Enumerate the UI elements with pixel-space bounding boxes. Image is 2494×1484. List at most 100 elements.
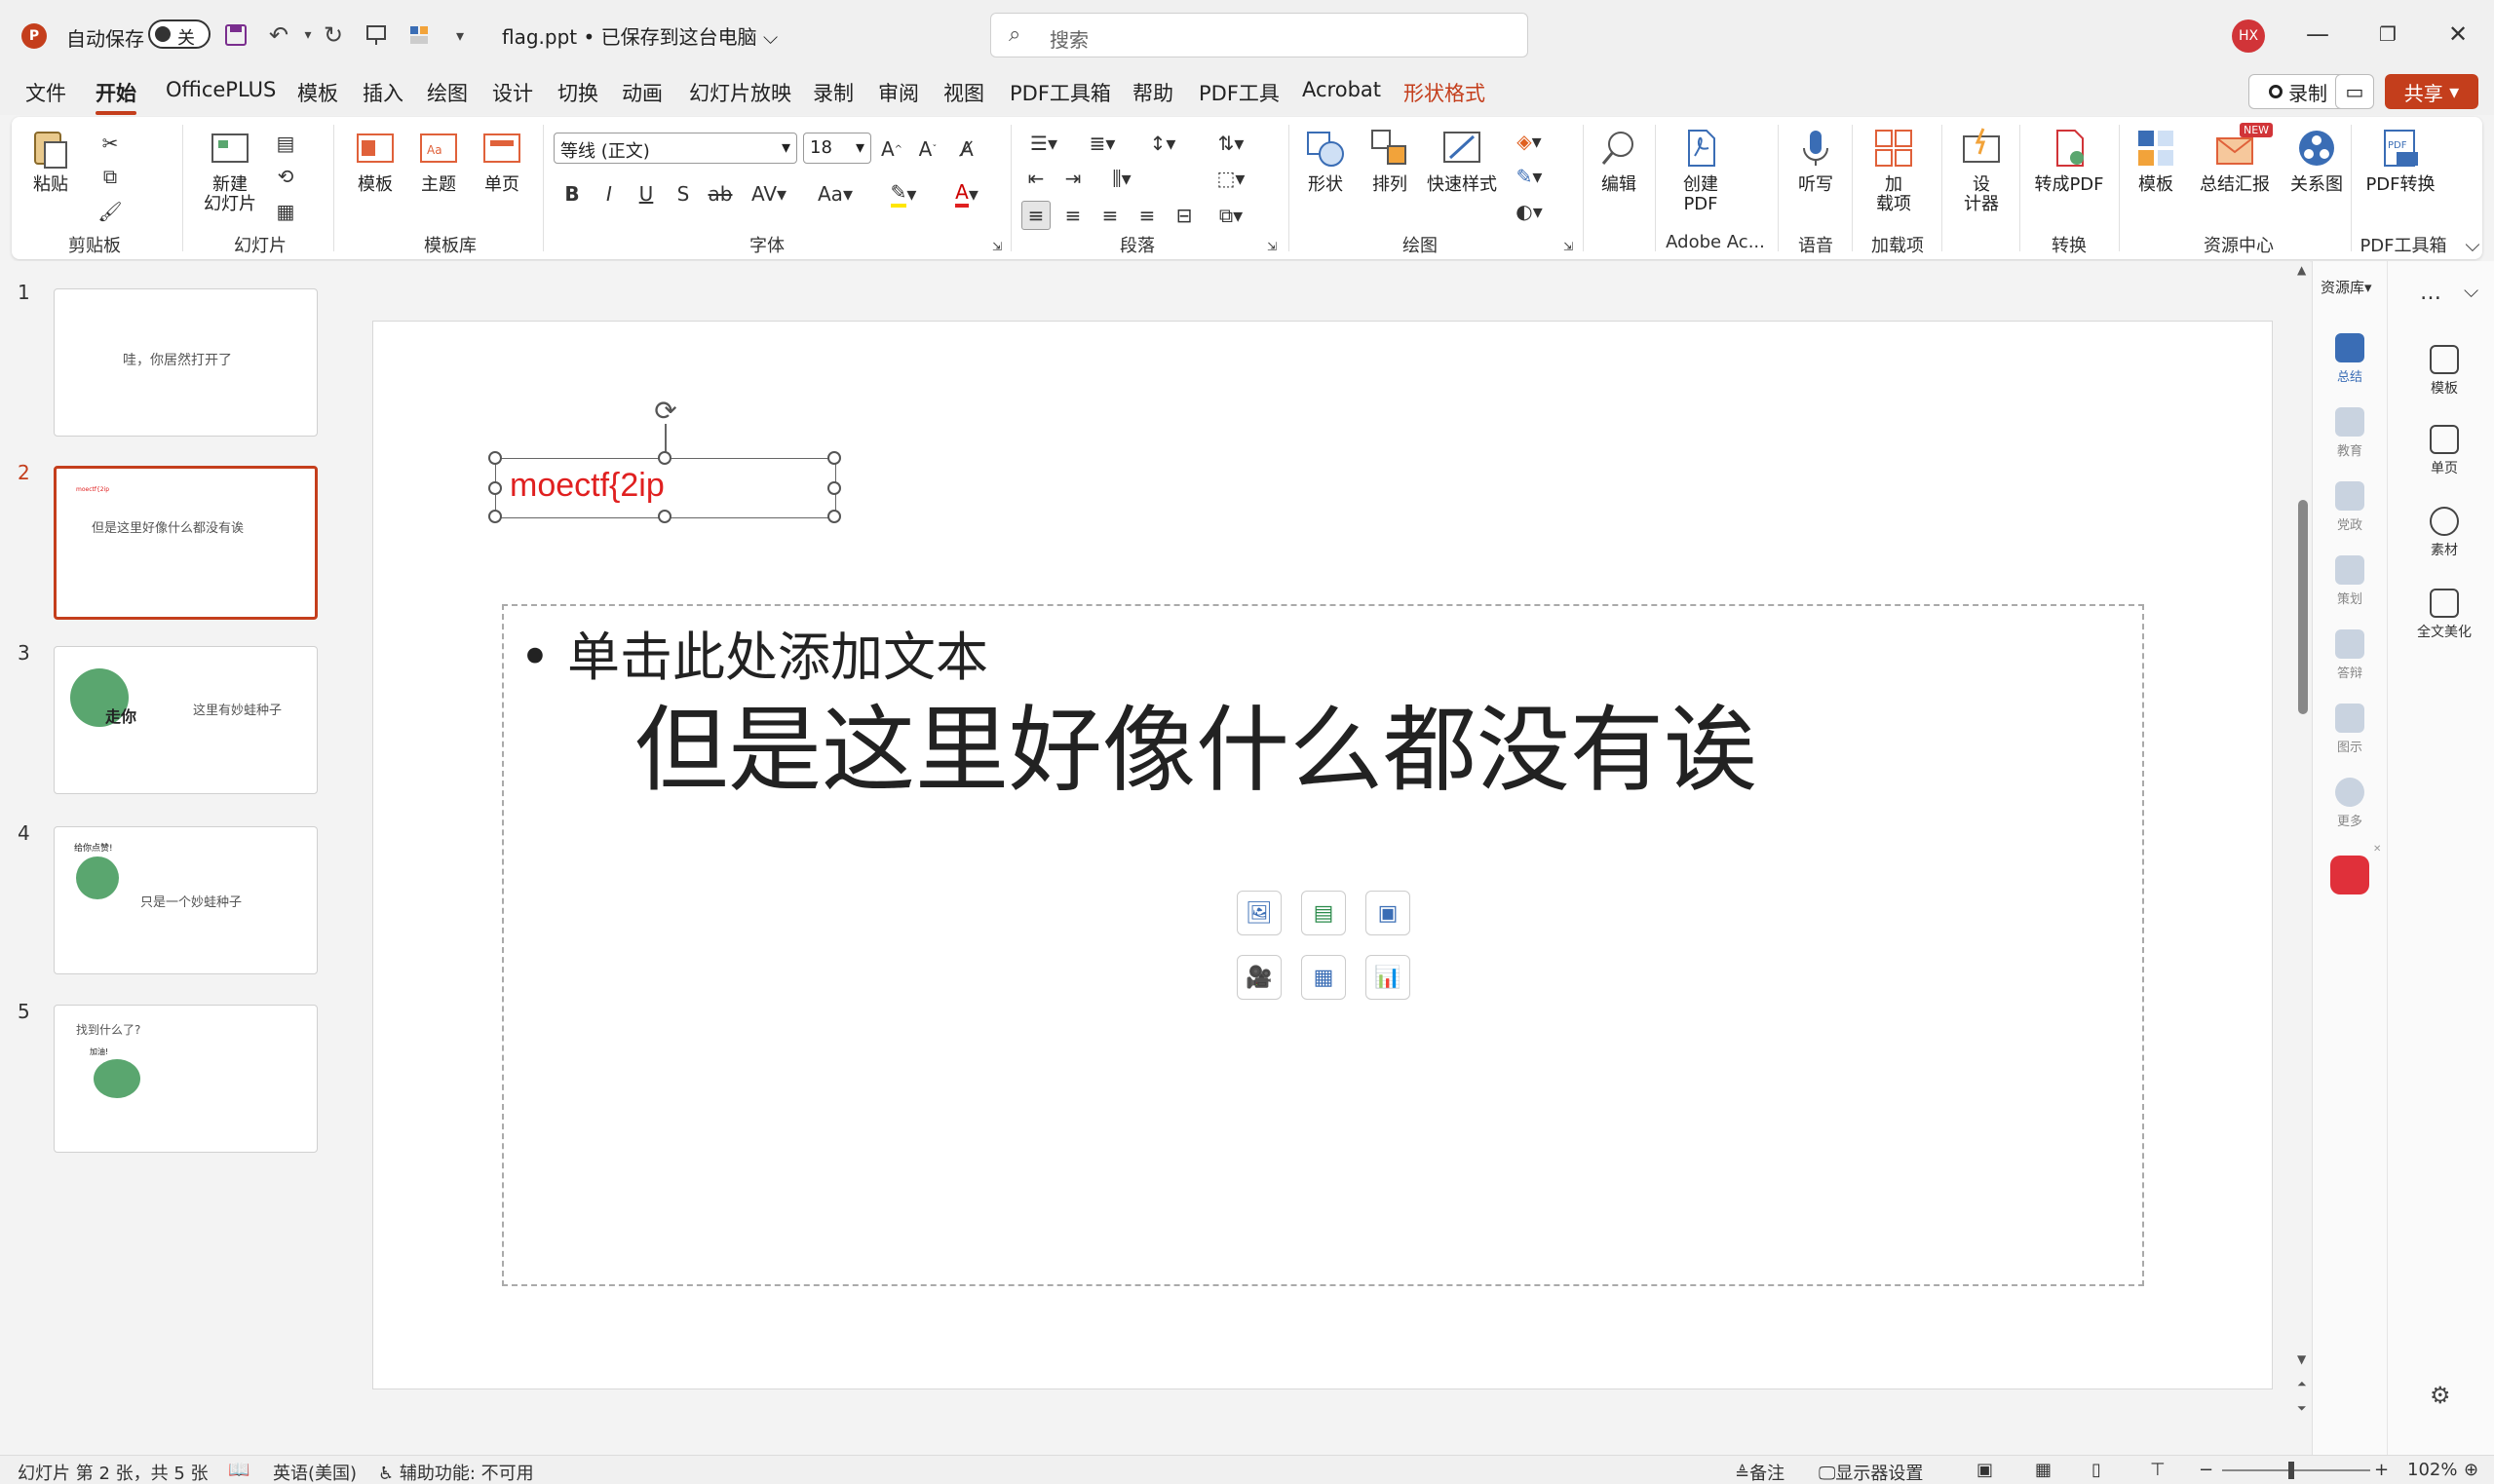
char-spacing-icon[interactable]: AV▾ <box>745 179 793 209</box>
more-icon[interactable]: … <box>2420 281 2441 305</box>
resource-item-plan[interactable]: 策划 <box>2313 555 2387 607</box>
slide-thumbnail-1[interactable]: 哇，你居然打开了 <box>54 288 318 437</box>
comment-icon[interactable]: ▭ <box>2335 74 2374 109</box>
align-center-icon[interactable]: ≡ <box>1058 201 1088 230</box>
close-icon[interactable]: ✕ <box>2429 14 2487 55</box>
relation-chart-button[interactable]: 关系图 <box>2283 127 2351 195</box>
change-case-icon[interactable]: Aa▾ <box>811 179 860 209</box>
format-painter-icon[interactable]: 🖌 <box>96 197 125 226</box>
tab-design[interactable]: 设计 <box>492 78 533 107</box>
tab-pdf-tools[interactable]: PDF工具 <box>1199 78 1280 107</box>
font-name-select[interactable]: 等线 (正文) ▾ <box>554 133 797 164</box>
insert-icon-icon[interactable]: ▤ <box>1301 891 1346 935</box>
minimize-icon[interactable]: — <box>2288 14 2347 55</box>
shape-outline-icon[interactable]: ✎ ▾ <box>1507 162 1552 191</box>
italic-icon[interactable]: I <box>595 179 624 209</box>
text-direction-icon[interactable]: ⇅▾ <box>1209 129 1253 158</box>
cut-icon[interactable]: ✂ <box>96 129 125 158</box>
resource-template-button[interactable]: 模板 <box>2127 127 2185 195</box>
decrease-indent-icon[interactable]: ⇤ <box>1021 164 1051 193</box>
columns-icon[interactable]: ⫼▾ <box>1099 164 1144 193</box>
next-slide-icon[interactable]: ⏷ <box>2297 1401 2307 1416</box>
resize-handle[interactable] <box>488 451 502 465</box>
autosave-toggle[interactable]: 关 <box>148 19 211 49</box>
align-text-icon[interactable]: ⬚▾ <box>1209 164 1253 193</box>
grow-font-icon[interactable]: A ^ <box>877 134 906 164</box>
resource-header[interactable]: 资源库▾ <box>2321 277 2372 297</box>
resize-handle[interactable] <box>658 451 671 465</box>
copy-icon[interactable]: ⧉ <box>96 162 125 191</box>
tab-template[interactable]: 模板 <box>297 78 338 107</box>
bullets-icon[interactable]: ☰▾ <box>1021 129 1066 158</box>
resource-item-defense[interactable]: 答辩 <box>2313 629 2387 681</box>
tab-transitions[interactable]: 切换 <box>557 78 598 107</box>
insert-table-icon[interactable]: ▦ <box>1301 955 1346 1000</box>
numbering-icon[interactable]: ≣▾ <box>1080 129 1125 158</box>
reading-view-icon[interactable]: ▯ <box>2091 1460 2101 1480</box>
line-spacing-icon[interactable]: ↕▾ <box>1140 129 1185 158</box>
scroll-thumb[interactable] <box>2298 500 2308 714</box>
slideshow-icon[interactable]: ⊤ <box>2150 1460 2166 1480</box>
justify-icon[interactable]: ≡ <box>1132 201 1162 230</box>
font-color-icon[interactable]: A ▾ <box>942 179 991 209</box>
clear-format-icon[interactable]: A̸ <box>952 134 981 164</box>
restore-icon[interactable]: ❐ <box>2359 14 2417 55</box>
to-pdf-button[interactable]: 转成PDF <box>2025 127 2113 195</box>
resource-item-party[interactable]: 党政 <box>2313 481 2387 533</box>
save-icon[interactable] <box>220 19 251 51</box>
underline-icon[interactable]: U <box>632 179 661 209</box>
font-dialog-launcher-icon[interactable]: ⇲ <box>982 232 1012 261</box>
share-button[interactable]: 共享 ▾ <box>2385 74 2478 109</box>
red-packet-icon[interactable] <box>2330 856 2369 894</box>
shape-button[interactable]: 形状 <box>1296 127 1355 195</box>
pdf-convert-button[interactable]: PDF PDF转换 <box>2357 127 2444 195</box>
reset-icon[interactable]: ⟲ <box>271 162 300 191</box>
tab-acrobat[interactable]: Acrobat <box>1302 78 1381 101</box>
create-pdf-button[interactable]: 创建 PDF <box>1669 127 1733 214</box>
zoom-in-icon[interactable]: + <box>2374 1460 2389 1480</box>
slide-title[interactable]: moectf{2ip <box>510 467 665 505</box>
file-title[interactable]: flag.ppt • 已保存到这台电脑 ⌵ <box>502 21 778 50</box>
slide-thumbnail-3[interactable]: 走你 这里有妙蛙种子 <box>54 646 318 794</box>
collapse-ribbon-icon[interactable]: ⌵ <box>2458 230 2487 259</box>
font-size-select[interactable]: 18 ▾ <box>803 133 871 164</box>
slide-thumbnail-5[interactable]: 找到什么了? 加油! <box>54 1005 318 1153</box>
edit-button[interactable]: 编辑 <box>1589 127 1649 195</box>
tab-slideshow[interactable]: 幻灯片放映 <box>689 78 791 107</box>
designer-button[interactable]: 设 计器 <box>1951 127 2012 214</box>
align-right-icon[interactable]: ≡ <box>1095 201 1125 230</box>
prev-slide-icon[interactable]: ⏶ <box>2297 1377 2307 1391</box>
accessibility-status[interactable]: ♿ 辅助功能: 不可用 <box>378 1460 534 1484</box>
resize-handle[interactable] <box>827 510 841 523</box>
layout-icon[interactable] <box>403 19 435 51</box>
side-item-beautify[interactable]: 全文美化 <box>2400 589 2488 641</box>
dictate-button[interactable]: 听写 <box>1785 127 1846 195</box>
addins-button[interactable]: 加 载项 <box>1863 127 1924 214</box>
tab-review[interactable]: 审阅 <box>878 78 919 107</box>
scroll-down-icon[interactable]: ▼ <box>2297 1352 2306 1366</box>
drawing-dialog-launcher-icon[interactable]: ⇲ <box>1554 232 1583 261</box>
scroll-up-icon[interactable]: ▲ <box>2297 263 2306 277</box>
resize-handle[interactable] <box>827 451 841 465</box>
resize-handle[interactable] <box>488 510 502 523</box>
rotate-handle-icon[interactable]: ⟳ <box>650 395 681 427</box>
slide-count-status[interactable]: 幻灯片 第 2 张，共 5 张 <box>18 1460 209 1484</box>
content-placeholder[interactable]: • 单击此处添加文本 但是这里好像什么都没有诶 🖼 ▤ ▣ 🎥 ▦ 📊 <box>502 604 2144 1286</box>
zoom-out-icon[interactable]: − <box>2199 1460 2213 1480</box>
record-button[interactable]: 录制 <box>2248 74 2348 109</box>
side-item-material[interactable]: 素材 <box>2400 507 2488 559</box>
insert-video-icon[interactable]: 🎥 <box>1237 955 1282 1000</box>
resource-item-diagram[interactable]: 图示 <box>2313 704 2387 755</box>
smartart-icon[interactable]: ⧉▾ <box>1209 201 1253 230</box>
insert-stock-image-icon[interactable]: ▣ <box>1365 891 1410 935</box>
title-textbox[interactable]: moectf{2ip <box>488 451 841 523</box>
normal-view-icon[interactable]: ▣ <box>1976 1460 1993 1480</box>
increase-indent-icon[interactable]: ⇥ <box>1058 164 1088 193</box>
tab-officeplus[interactable]: OfficePLUS <box>166 78 276 101</box>
resize-handle[interactable] <box>488 481 502 495</box>
side-item-template[interactable]: 模板 <box>2400 345 2488 398</box>
tab-home[interactable]: 开始 <box>96 78 136 115</box>
present-icon[interactable] <box>361 19 392 51</box>
display-settings-button[interactable]: 🖵显示器设置 <box>1819 1460 1923 1484</box>
new-slide-button[interactable]: 新建 幻灯片 <box>187 127 273 214</box>
